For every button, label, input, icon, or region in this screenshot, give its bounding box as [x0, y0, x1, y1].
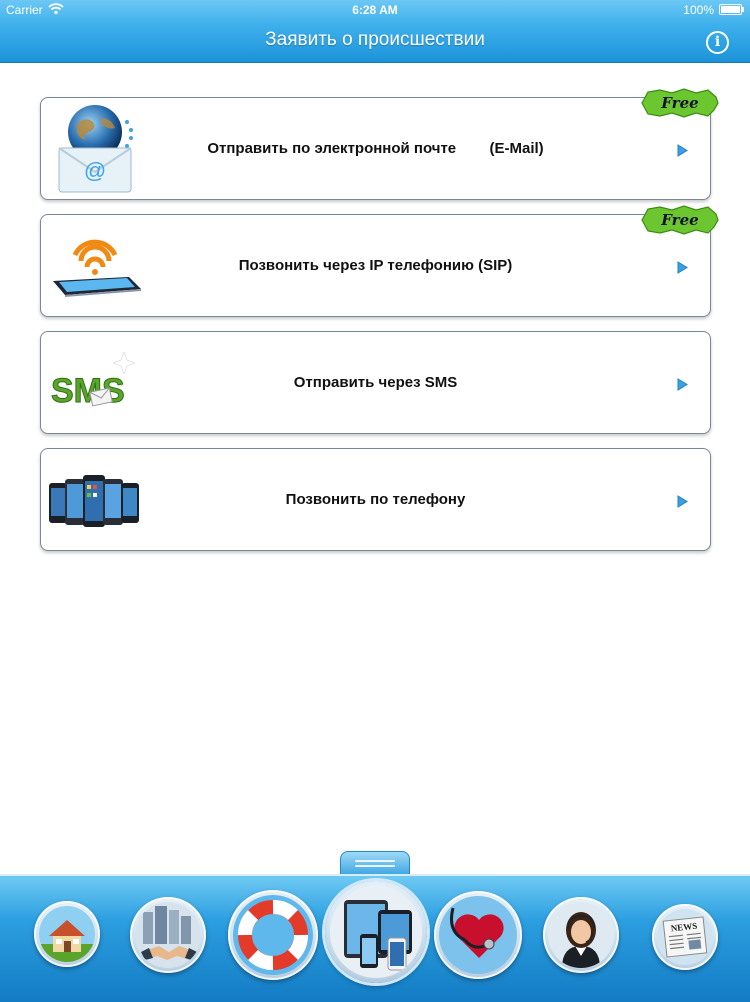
phone-call-option-label: Позвонить по телефону	[285, 491, 466, 508]
chevron-right-icon	[677, 495, 688, 508]
tab-partners[interactable]	[130, 897, 206, 973]
grip-line	[355, 860, 395, 862]
devices-icon	[330, 886, 422, 978]
sms-option-label: Отправить через SMS	[293, 374, 458, 391]
navigation-bar: Carrier 6:28 AM 100% Заявить о происшест…	[0, 0, 750, 63]
free-badge: Free	[641, 88, 719, 118]
status-bar: Carrier 6:28 AM 100%	[0, 0, 750, 20]
sip-option[interactable]: Позвонить через IP телефонию (SIP) Free	[40, 205, 719, 317]
tab-bar: NEWS	[0, 874, 750, 1002]
sip-option-label: Позвонить через IP телефонию (SIP)	[238, 257, 513, 274]
tab-contact-devices[interactable]	[325, 881, 427, 983]
free-badge-label: Free	[660, 94, 698, 112]
tab-news[interactable]: NEWS	[652, 904, 718, 970]
tab-medical[interactable]	[434, 891, 522, 979]
operator-icon	[548, 902, 614, 968]
clock: 6:28 AM	[352, 3, 398, 17]
chevron-right-icon	[677, 144, 688, 157]
free-badge-label: Free	[660, 211, 698, 229]
page-title: Заявить о происшествии	[265, 29, 485, 50]
newspaper-icon: NEWS	[657, 909, 713, 965]
email-option-label: Отправить по электронной почте (E-Mail)	[207, 140, 544, 157]
battery-percent: 100%	[683, 3, 714, 17]
chevron-right-icon	[677, 261, 688, 274]
sms-option[interactable]: SMS Отправить через SMS	[40, 331, 711, 434]
tab-home[interactable]	[34, 901, 100, 967]
info-icon[interactable]: i	[706, 31, 729, 54]
house-icon	[39, 906, 95, 962]
free-badge: Free	[641, 205, 719, 235]
grip-line	[355, 865, 395, 867]
tab-operator[interactable]	[543, 897, 619, 973]
email-option[interactable]: @ Отправить по электронной почте (E-Mail…	[40, 88, 719, 200]
battery-icon	[719, 4, 744, 15]
phone-call-option[interactable]: Позвонить по телефону	[40, 448, 711, 551]
lifebuoy-icon	[233, 895, 313, 975]
handshake-icon	[135, 902, 201, 968]
chevron-right-icon	[677, 378, 688, 391]
stethoscope-heart-icon	[439, 896, 517, 974]
tab-help[interactable]	[228, 890, 318, 980]
